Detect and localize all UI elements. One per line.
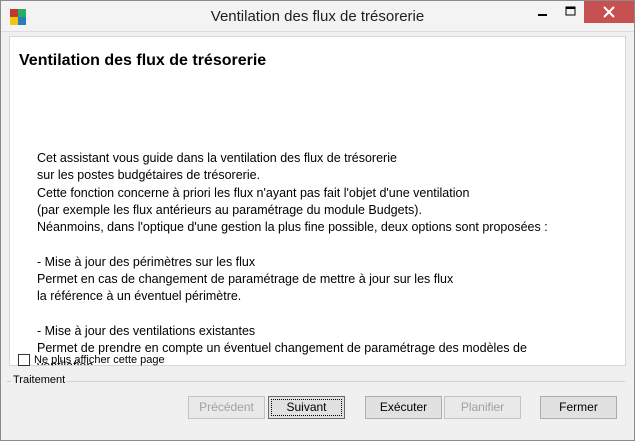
description-line: Cette fonction concerne à priori les flu… bbox=[37, 185, 470, 200]
schedule-button[interactable]: Planifier bbox=[444, 396, 521, 419]
description-text: Cet assistant vous guide dans la ventila… bbox=[37, 150, 617, 365]
maximize-button[interactable] bbox=[557, 1, 584, 23]
dont-show-checkbox[interactable] bbox=[18, 354, 30, 366]
description-line: Cet assistant vous guide dans la ventila… bbox=[37, 151, 397, 165]
next-button[interactable]: Suivant bbox=[268, 396, 345, 419]
description-line: (par exemple les flux antérieurs au para… bbox=[37, 202, 422, 217]
minimize-button[interactable] bbox=[528, 1, 557, 23]
description-line: Permet en cas de changement de paramétra… bbox=[37, 272, 454, 287]
description-line bbox=[37, 236, 617, 253]
description-line bbox=[37, 306, 617, 323]
minimize-icon bbox=[538, 14, 547, 16]
treatment-group-label: Traitement bbox=[11, 374, 68, 386]
description-line: sur les postes budgétaires de trésorerie… bbox=[37, 168, 261, 183]
execute-button[interactable]: Exécuter bbox=[365, 396, 442, 419]
previous-button[interactable]: Précédent bbox=[188, 396, 265, 419]
close-window-button[interactable] bbox=[584, 1, 634, 23]
close-icon bbox=[603, 6, 615, 18]
title-bar[interactable]: Ventilation des flux de trésorerie bbox=[1, 1, 634, 32]
dont-show-label: Ne plus afficher cette page bbox=[34, 354, 165, 366]
maximize-icon bbox=[565, 6, 576, 16]
description-line: - Mise à jour des ventilations existante… bbox=[37, 323, 256, 338]
description-line: la référence à un éventuel périmètre. bbox=[37, 289, 242, 304]
page-heading: Ventilation des flux de trésorerie bbox=[19, 52, 267, 69]
content-panel: Ventilation des flux de trésorerie Cet a… bbox=[9, 36, 626, 366]
description-line: - Mise à jour des périmètres sur les flu… bbox=[37, 254, 256, 269]
description-line: Néanmoins, dans l'optique d'une gestion … bbox=[37, 220, 548, 235]
wizard-window: Ventilation des flux de trésorerie Venti… bbox=[0, 0, 635, 441]
close-button[interactable]: Fermer bbox=[540, 396, 617, 419]
